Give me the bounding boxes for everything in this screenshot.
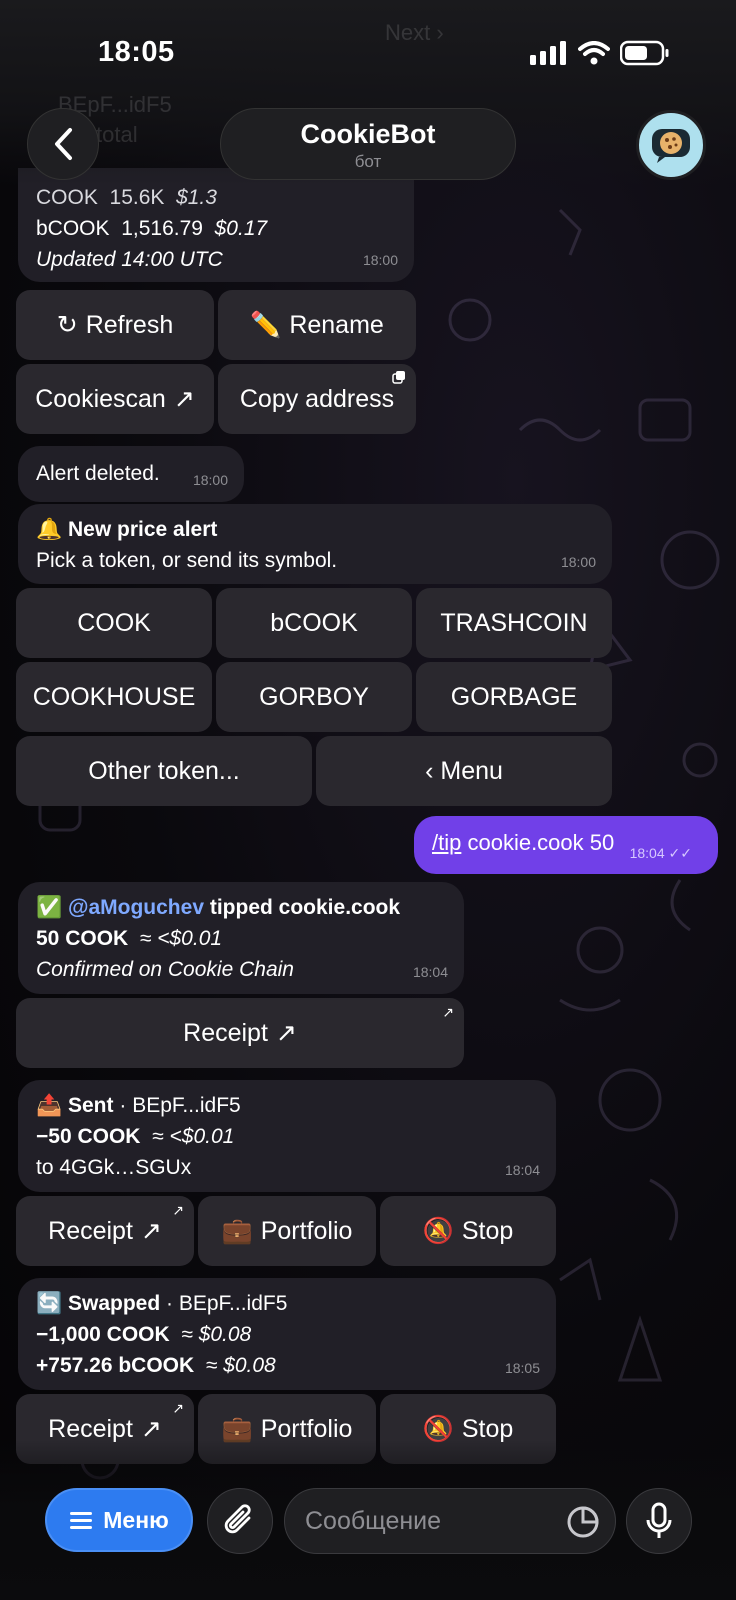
alert-deleted-message: Alert deleted. 18:00 bbox=[18, 446, 244, 502]
message-time: 18:04 bbox=[504, 1162, 540, 1178]
cellular-signal-icon bbox=[530, 41, 566, 65]
tip-receipt-button[interactable]: Receipt ↗ ↗ bbox=[16, 998, 464, 1068]
external-link-icon: ↗ bbox=[172, 1400, 184, 1416]
copy-address-button[interactable]: Copy address bbox=[218, 364, 416, 434]
attach-button[interactable] bbox=[207, 1488, 273, 1554]
menu-back-button[interactable]: ‹ Menu bbox=[316, 736, 612, 806]
bot-avatar[interactable] bbox=[636, 110, 706, 180]
token-button-gorboy[interactable]: GORBOY bbox=[216, 662, 412, 732]
other-token-button[interactable]: Other token... bbox=[16, 736, 312, 806]
chat-title-name: CookieBot bbox=[300, 119, 436, 149]
message-time: 18:00 bbox=[362, 252, 398, 268]
new-price-alert-message: 🔔 New price alert Pick a token, or send … bbox=[18, 504, 612, 584]
message-time: 18:05 bbox=[504, 1360, 540, 1376]
sent-stop-button[interactable]: 🔕 Stop bbox=[380, 1196, 556, 1266]
arrow-up-right-icon: ↗ bbox=[140, 1217, 162, 1245]
chat-title[interactable]: CookieBot бот bbox=[220, 108, 516, 180]
briefcase-icon: 💼 bbox=[221, 1216, 253, 1245]
arrow-up-right-icon: ↗ bbox=[173, 385, 195, 413]
alert-body: Pick a token, or send its symbol. bbox=[36, 549, 338, 572]
microphone-button[interactable] bbox=[626, 1488, 692, 1554]
refresh-button[interactable]: ↻ Refresh bbox=[16, 290, 214, 360]
token-button-trashcoin[interactable]: TRASHCOIN bbox=[416, 588, 612, 658]
bell-icon: 🔔 bbox=[36, 518, 63, 541]
message-time: 18:04 bbox=[412, 964, 448, 980]
ghost-total-label: total bbox=[96, 122, 138, 147]
bell-off-icon: 🔕 bbox=[422, 1216, 454, 1245]
refresh-icon: ↻ bbox=[56, 311, 78, 339]
message-input[interactable] bbox=[305, 1489, 555, 1553]
tip-message: ✅ @aMoguchev tipped cookie.cook 50 COOK … bbox=[18, 882, 464, 994]
sticker-icon[interactable] bbox=[565, 1504, 601, 1540]
alert-title: New price alert bbox=[68, 518, 218, 541]
outgoing-message: /tip cookie.cook 50 18:04 ✓✓ bbox=[414, 816, 718, 874]
token-button-cook[interactable]: COOK bbox=[16, 588, 212, 658]
pencil-icon: ✏️ bbox=[250, 310, 282, 339]
wallet-address: BEpF...idF5 bbox=[178, 1292, 288, 1315]
back-button[interactable] bbox=[27, 108, 99, 180]
user-mention[interactable]: @aMoguchev bbox=[68, 896, 204, 919]
sent-portfolio-button[interactable]: 💼 Portfolio bbox=[198, 1196, 376, 1266]
outbox-icon: 📤 bbox=[36, 1094, 63, 1117]
portfolio-updated: Updated 14:00 UTC bbox=[36, 248, 223, 271]
check-icon: ✅ bbox=[36, 896, 63, 919]
portfolio-line-cook: COOK 15.6K $1.3 bbox=[36, 186, 217, 209]
chevron-left-icon bbox=[55, 128, 72, 160]
message-time: 18:04 bbox=[629, 845, 665, 861]
microphone-icon bbox=[646, 1502, 672, 1538]
status-icons bbox=[530, 40, 670, 66]
read-checkmarks-icon: ✓✓ bbox=[668, 845, 692, 861]
message-input-field[interactable] bbox=[284, 1488, 616, 1554]
hamburger-icon bbox=[70, 1512, 93, 1529]
token-button-bcook[interactable]: bCOOK bbox=[216, 588, 412, 658]
clock: 18:05 bbox=[98, 36, 175, 68]
portfolio-line-bcook: bCOOK 1,516.79 $0.17 bbox=[36, 217, 268, 240]
message-time: 18:00 bbox=[560, 554, 596, 570]
arrow-up-right-icon: ↗ bbox=[275, 1019, 297, 1047]
external-link-icon: ↗ bbox=[172, 1202, 184, 1218]
sent-receipt-button[interactable]: Receipt ↗ ↗ bbox=[16, 1196, 194, 1266]
swap-arrows-icon: 🔄 bbox=[36, 1292, 63, 1315]
paperclip-icon bbox=[224, 1504, 251, 1534]
status-bar: 18:05 bbox=[0, 0, 736, 100]
cookie-icon bbox=[652, 129, 690, 163]
sent-message: 📤 Sent · BEpF...idF5 −50 COOK ≈ <$0.01 t… bbox=[18, 1080, 556, 1192]
portfolio-message: COOK 15.6K $1.3 bCOOK 1,516.79 $0.17 Upd… bbox=[18, 168, 414, 282]
external-link-icon: ↗ bbox=[442, 1004, 454, 1020]
cookiescan-button[interactable]: Cookiescan ↗ bbox=[16, 364, 214, 434]
wifi-icon bbox=[578, 41, 610, 65]
bot-menu-button[interactable]: Меню bbox=[45, 1488, 193, 1552]
chat-title-subtitle: бот bbox=[354, 152, 382, 171]
token-button-cookhouse[interactable]: COOKHOUSE bbox=[16, 662, 212, 732]
swapped-message: 🔄 Swapped · BEpF...idF5 −1,000 COOK ≈ $0… bbox=[18, 1278, 556, 1390]
token-button-gorbage[interactable]: GORBAGE bbox=[416, 662, 612, 732]
battery-icon bbox=[620, 40, 669, 66]
recipient-address: to 4GGk…SGUx bbox=[36, 1156, 192, 1179]
rename-button[interactable]: ✏️ Rename bbox=[218, 290, 416, 360]
wallet-address: BEpF...idF5 bbox=[132, 1094, 241, 1117]
copy-icon bbox=[392, 371, 405, 384]
message-time: 18:00 bbox=[192, 472, 228, 488]
bot-command-link[interactable]: /tip bbox=[432, 830, 461, 855]
